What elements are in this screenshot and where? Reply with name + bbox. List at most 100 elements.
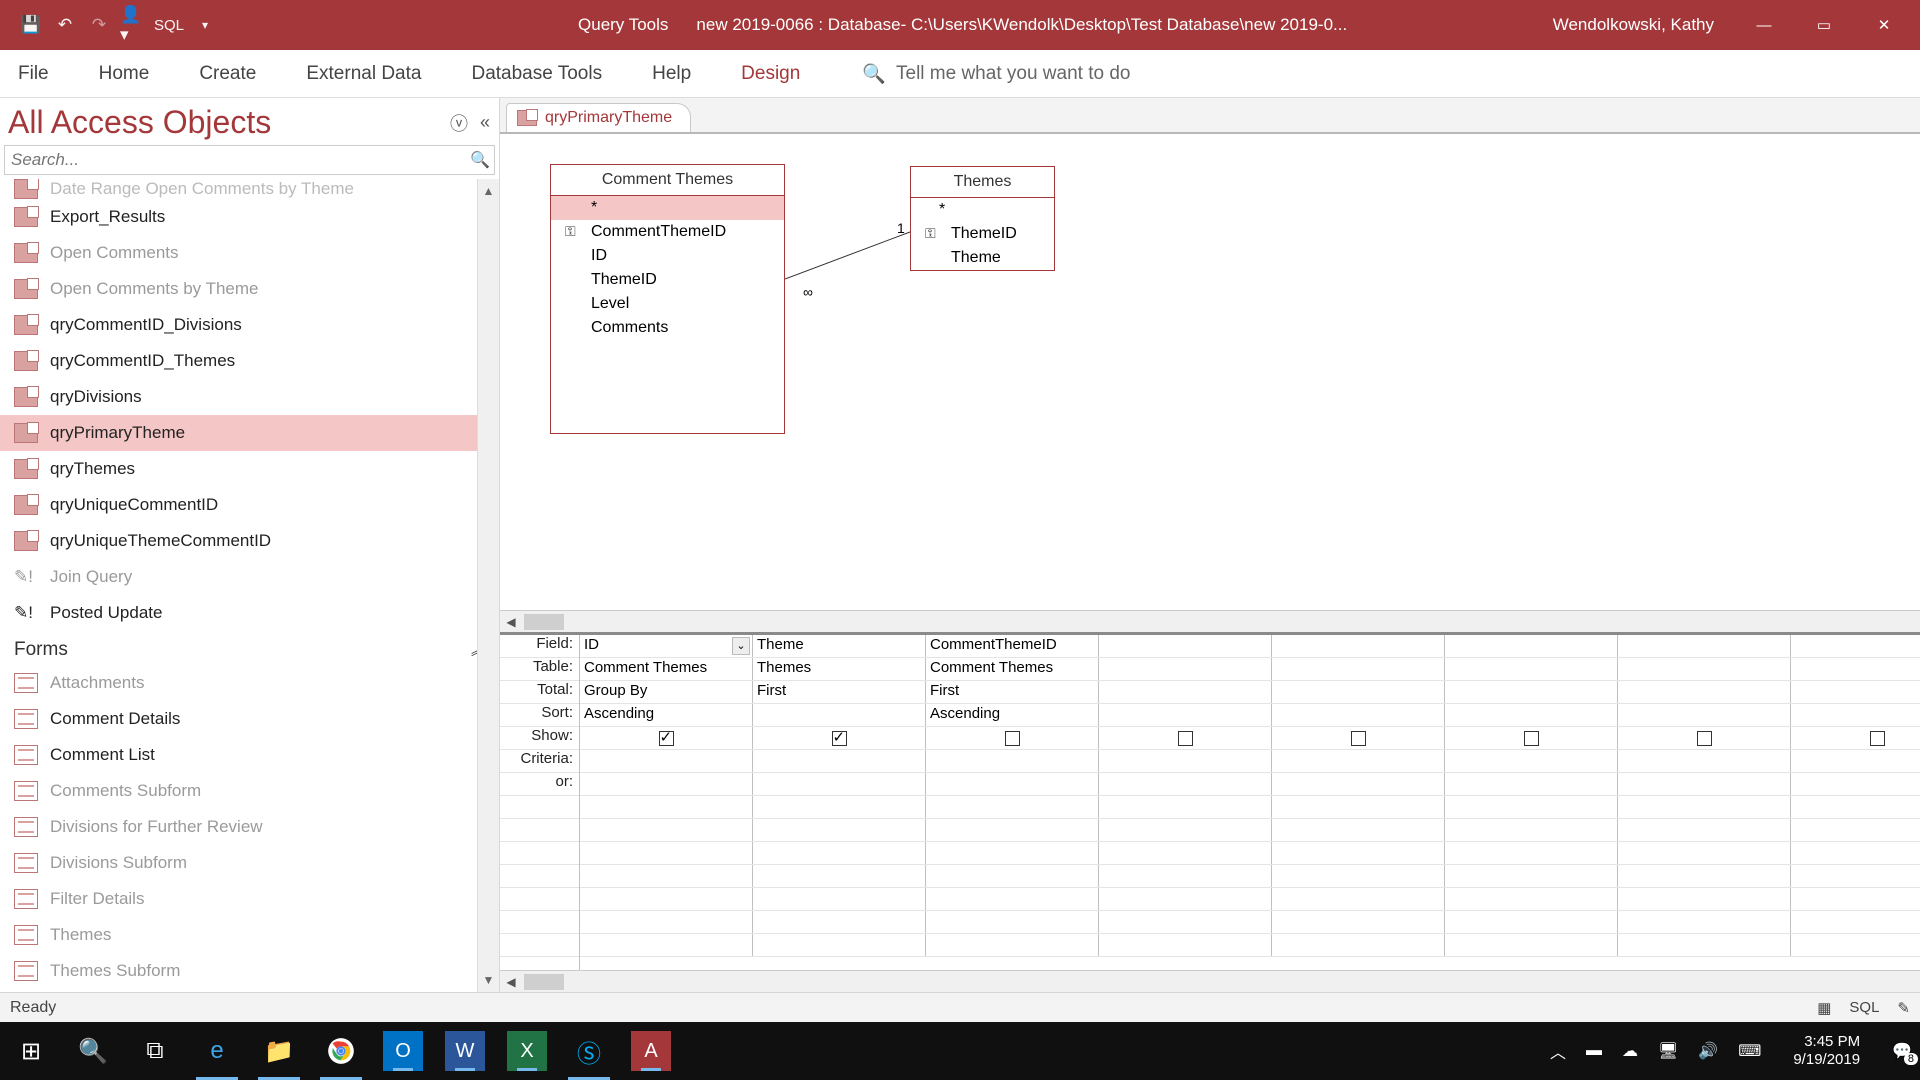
grid-cell[interactable] xyxy=(1099,681,1272,703)
undo-icon[interactable]: ↶ xyxy=(52,12,78,38)
table-themes[interactable]: Themes * ThemeID Theme xyxy=(910,166,1055,271)
grid-cell[interactable]: ID⌄ xyxy=(580,635,753,657)
nav-item[interactable]: ✎!Posted Update xyxy=(0,595,499,631)
ime-icon[interactable]: ⌨ xyxy=(1738,1041,1761,1061)
grid-cell[interactable] xyxy=(580,934,753,956)
grid-cell[interactable] xyxy=(1099,773,1272,795)
grid-cell[interactable] xyxy=(1099,934,1272,956)
grid-cell[interactable] xyxy=(926,888,1099,910)
nav-item[interactable]: qryCommentID_Themes xyxy=(0,343,499,379)
table-comment-themes[interactable]: Comment Themes * CommentThemeID ID Theme… xyxy=(550,164,785,434)
grid-cell[interactable] xyxy=(1445,819,1618,841)
grid-cell[interactable] xyxy=(1618,819,1791,841)
grid-cell[interactable] xyxy=(1099,658,1272,680)
grid-cell[interactable] xyxy=(580,842,753,864)
grid-cell[interactable]: Themes xyxy=(753,658,926,680)
field-themeid[interactable]: ThemeID xyxy=(551,268,784,292)
scroll-thumb[interactable] xyxy=(524,974,564,990)
sql-qat[interactable]: SQL xyxy=(154,12,184,38)
save-icon[interactable]: 💾 xyxy=(18,12,44,38)
field-star[interactable]: * xyxy=(911,198,1054,222)
grid-cell[interactable] xyxy=(1099,819,1272,841)
nav-form-item[interactable]: Themes xyxy=(0,917,499,953)
word-icon[interactable]: W xyxy=(445,1031,485,1071)
grid-cell[interactable] xyxy=(1445,934,1618,956)
grid-cell[interactable] xyxy=(1618,704,1791,726)
show-checkbox-cell[interactable] xyxy=(1618,727,1791,749)
show-checkbox-cell[interactable] xyxy=(753,727,926,749)
signed-in-user[interactable]: Wendolkowski, Kathy xyxy=(1533,15,1734,35)
scroll-down-icon[interactable]: ▼ xyxy=(478,968,499,992)
field-comments[interactable]: Comments xyxy=(551,316,784,340)
tab-file[interactable]: File xyxy=(10,53,57,95)
nav-item[interactable]: Open Comments xyxy=(0,235,499,271)
grid-cell[interactable] xyxy=(1618,796,1791,818)
grid-cell[interactable] xyxy=(1445,635,1618,657)
nav-collapse-icon[interactable]: « xyxy=(480,112,490,133)
grid-cell[interactable] xyxy=(753,796,926,818)
grid-cell[interactable] xyxy=(1272,704,1445,726)
grid-cell[interactable] xyxy=(1272,658,1445,680)
grid-cell[interactable] xyxy=(926,842,1099,864)
nav-item[interactable]: Open Comments by Theme xyxy=(0,271,499,307)
grid-cell[interactable] xyxy=(1791,865,1920,887)
grid-cell[interactable] xyxy=(1618,865,1791,887)
grid-cell[interactable] xyxy=(1791,681,1920,703)
nav-dropdown-icon[interactable]: ⓥ xyxy=(450,110,468,136)
tell-me-search[interactable]: 🔍 Tell me what you want to do xyxy=(862,62,1130,86)
grid-cell[interactable]: Comment Themes xyxy=(580,658,753,680)
system-clock[interactable]: 3:45 PM 9/19/2019 xyxy=(1781,1033,1872,1069)
chrome-icon[interactable] xyxy=(310,1022,372,1080)
grid-cell[interactable] xyxy=(1099,750,1272,772)
grid-cell[interactable] xyxy=(1618,842,1791,864)
grid-cell[interactable] xyxy=(753,819,926,841)
grid-cell[interactable] xyxy=(926,819,1099,841)
grid-cell[interactable] xyxy=(1791,842,1920,864)
field-theme[interactable]: Theme xyxy=(911,246,1054,270)
dropdown-icon[interactable]: ⌄ xyxy=(732,637,750,655)
user-qat-icon[interactable]: 👤▾ xyxy=(120,12,146,38)
show-checkbox-cell[interactable] xyxy=(1099,727,1272,749)
grid-cell[interactable]: Comment Themes xyxy=(926,658,1099,680)
grid-cell[interactable] xyxy=(1272,796,1445,818)
tab-external-data[interactable]: External Data xyxy=(298,53,429,95)
nav-item[interactable]: ✎!Join Query xyxy=(0,559,499,595)
table-header[interactable]: Themes xyxy=(911,167,1054,198)
nav-item[interactable]: Export_Results xyxy=(0,199,499,235)
scroll-left-icon[interactable]: ◀ xyxy=(500,615,522,629)
field-level[interactable]: Level xyxy=(551,292,784,316)
onedrive-icon[interactable]: ☁ xyxy=(1622,1041,1638,1061)
grid-cell[interactable] xyxy=(580,796,753,818)
explorer-icon[interactable]: 📁 xyxy=(248,1022,310,1080)
close-button[interactable]: ✕ xyxy=(1854,0,1914,50)
grid-cell[interactable] xyxy=(1445,681,1618,703)
nav-form-item[interactable]: Comments Subform xyxy=(0,773,499,809)
grid-cell[interactable] xyxy=(753,750,926,772)
grid-cell[interactable] xyxy=(1099,842,1272,864)
grid-cell[interactable] xyxy=(1099,865,1272,887)
nav-title[interactable]: All Access Objects xyxy=(8,104,271,141)
checkbox[interactable] xyxy=(659,731,674,746)
qat-more-icon[interactable]: ▾ xyxy=(192,12,218,38)
tab-design[interactable]: Design xyxy=(733,53,808,95)
grid-cell[interactable] xyxy=(1445,865,1618,887)
nav-form-item[interactable]: Comment Details xyxy=(0,701,499,737)
nav-item[interactable]: qryThemes xyxy=(0,451,499,487)
search-button[interactable]: 🔍 xyxy=(62,1022,124,1080)
battery-icon[interactable]: ▬ xyxy=(1586,1042,1602,1060)
nav-item[interactable]: qryUniqueThemeCommentID xyxy=(0,523,499,559)
datasheet-view-icon[interactable]: ▦ xyxy=(1817,999,1831,1017)
nav-form-item[interactable]: Comment List xyxy=(0,737,499,773)
grid-cell[interactable] xyxy=(1099,888,1272,910)
table-header[interactable]: Comment Themes xyxy=(551,165,784,196)
grid-cell[interactable] xyxy=(580,888,753,910)
scroll-thumb[interactable] xyxy=(524,614,564,630)
grid-cell[interactable]: Ascending xyxy=(926,704,1099,726)
nav-item-cutoff[interactable]: Date Range Open Comments by Theme xyxy=(0,179,499,199)
grid-cell[interactable]: First xyxy=(753,681,926,703)
canvas-hscrollbar[interactable]: ◀ ▶ xyxy=(500,610,1920,632)
grid-cell[interactable] xyxy=(1618,888,1791,910)
grid-cell[interactable] xyxy=(926,865,1099,887)
grid-cell[interactable] xyxy=(1791,773,1920,795)
grid-cell[interactable] xyxy=(1445,888,1618,910)
